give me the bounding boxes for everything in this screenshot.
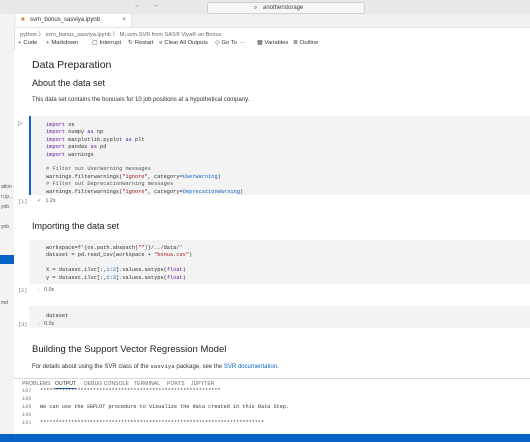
restart-icon: ↻ xyxy=(128,40,133,46)
forward-arrow-icon[interactable]: → xyxy=(152,2,159,9)
variables-button[interactable]: ▦ Variables xyxy=(257,38,288,48)
search-text: anotherstorage xyxy=(263,5,304,11)
notebook-icon: ■ xyxy=(21,17,25,23)
plus-icon: + xyxy=(46,40,50,46)
output-line: 190 xyxy=(22,412,32,418)
output-line: 191 *************************************… xyxy=(22,420,265,426)
heading-about-data: About the data set xyxy=(32,78,106,88)
sidebar-item[interactable]: ation xyxy=(1,184,14,190)
spinner-icon: ◌ xyxy=(37,321,41,327)
check-icon: ✓ xyxy=(37,198,42,204)
svr-documentation-link[interactable]: SVR documentation xyxy=(224,364,277,370)
close-icon[interactable]: × xyxy=(122,14,126,27)
clear-icon: ≡ xyxy=(159,40,163,46)
command-center-search[interactable]: ⌕ anotherstorage xyxy=(207,2,365,14)
goto-icon: ◇ xyxy=(215,40,220,46)
restart-button[interactable]: ↻ Restart xyxy=(128,38,154,48)
title-bar: ← → ⌕ anotherstorage xyxy=(0,0,530,15)
sidebar-peek: ation n.ip... ynb ynb md xyxy=(0,14,14,442)
sidebar-item[interactable]: n.ip... xyxy=(1,194,14,200)
execution-count: [2] xyxy=(18,288,28,294)
run-cell-icon[interactable]: ▷ xyxy=(18,120,23,127)
notebook-toolbar: + Code + Markdown ▢ Interrupt ↻ Restart ≡ Cle… xyxy=(18,38,530,48)
output-line: 188 xyxy=(22,396,32,402)
spinner-icon: ◌ xyxy=(37,287,41,293)
heading-importing-data: Importing the data set xyxy=(32,221,120,231)
svr-paragraph: For details about using the SVR class of… xyxy=(32,363,279,370)
output-line: 187 *************************************… xyxy=(22,388,221,394)
add-markdown-button[interactable]: + Markdown xyxy=(46,38,78,48)
status-bar xyxy=(0,434,530,442)
clear-outputs-button[interactable]: ≡ Clear All Outputs xyxy=(159,38,208,48)
about-paragraph: This data set contains the bonuses for 1… xyxy=(32,97,250,103)
tab-debug-console[interactable]: DEBUG CONSOLE xyxy=(84,381,129,387)
sidebar-selection xyxy=(0,255,14,264)
cell-status: ✓ 1.2s xyxy=(37,198,56,204)
outline-button[interactable]: ≣ Outline xyxy=(293,38,318,48)
code-cell-1-source[interactable]: import os import numpy as np import matp… xyxy=(46,122,243,196)
add-code-button[interactable]: + Code xyxy=(18,38,37,48)
code-cell-3-source[interactable]: dataset xyxy=(46,313,68,320)
code-cell-3[interactable] xyxy=(29,306,530,328)
outline-icon: ≣ xyxy=(293,40,298,46)
back-arrow-icon[interactable]: ← xyxy=(134,2,141,9)
heading-svr-model: Building the Support Vector Regression M… xyxy=(32,344,227,355)
tab-ports[interactable]: PORTS xyxy=(167,381,185,387)
output-line: 189 We can use the SGPLOT procedure to vi… xyxy=(22,404,290,410)
breadcrumb[interactable]: python 〉 svm_bonus_sasviya.ipynb 〉 M↓svm… xyxy=(20,30,222,38)
editor-tab-bar: ■ svm_bonus_sasviya.ipynb × xyxy=(14,14,530,28)
code-cell-2-source[interactable]: workspace=f'{os.path.abspath("")}/../dat… xyxy=(46,245,192,282)
execution-count: [1] xyxy=(18,199,28,205)
tab-terminal[interactable]: TERMINAL xyxy=(134,381,160,387)
output-panel[interactable] xyxy=(14,389,530,434)
nav-arrows: ← → xyxy=(134,2,168,9)
execution-count: [3] xyxy=(18,322,28,328)
tab-label: svm_bonus_sasviya.ipynb xyxy=(30,17,101,23)
cell-status: ◌ 0.0s xyxy=(37,321,55,327)
interrupt-button[interactable]: ▢ Interrupt xyxy=(92,38,121,48)
heading-data-preparation: Data Preparation xyxy=(32,59,112,71)
tab-problems[interactable]: PROBLEMS xyxy=(22,381,51,387)
variables-icon: ▦ xyxy=(257,40,263,46)
cell-status: ◌ 0.0s xyxy=(37,287,55,293)
sidebar-item[interactable]: ynb xyxy=(1,204,14,210)
stop-icon: ▢ xyxy=(92,40,98,46)
notebook-tab[interactable]: ■ svm_bonus_sasviya.ipynb × xyxy=(16,14,132,27)
cell-focus-indicator xyxy=(29,116,31,195)
goto-button[interactable]: ◇ Go To xyxy=(215,38,237,48)
sidebar-item[interactable]: ynb xyxy=(1,224,14,230)
more-actions-button[interactable]: ··· xyxy=(240,38,246,48)
tab-jupyter[interactable]: JUPYTER xyxy=(191,381,214,387)
plus-icon: + xyxy=(18,40,22,46)
search-icon: ⌕ xyxy=(254,5,258,11)
sidebar-item[interactable]: md xyxy=(1,300,14,306)
